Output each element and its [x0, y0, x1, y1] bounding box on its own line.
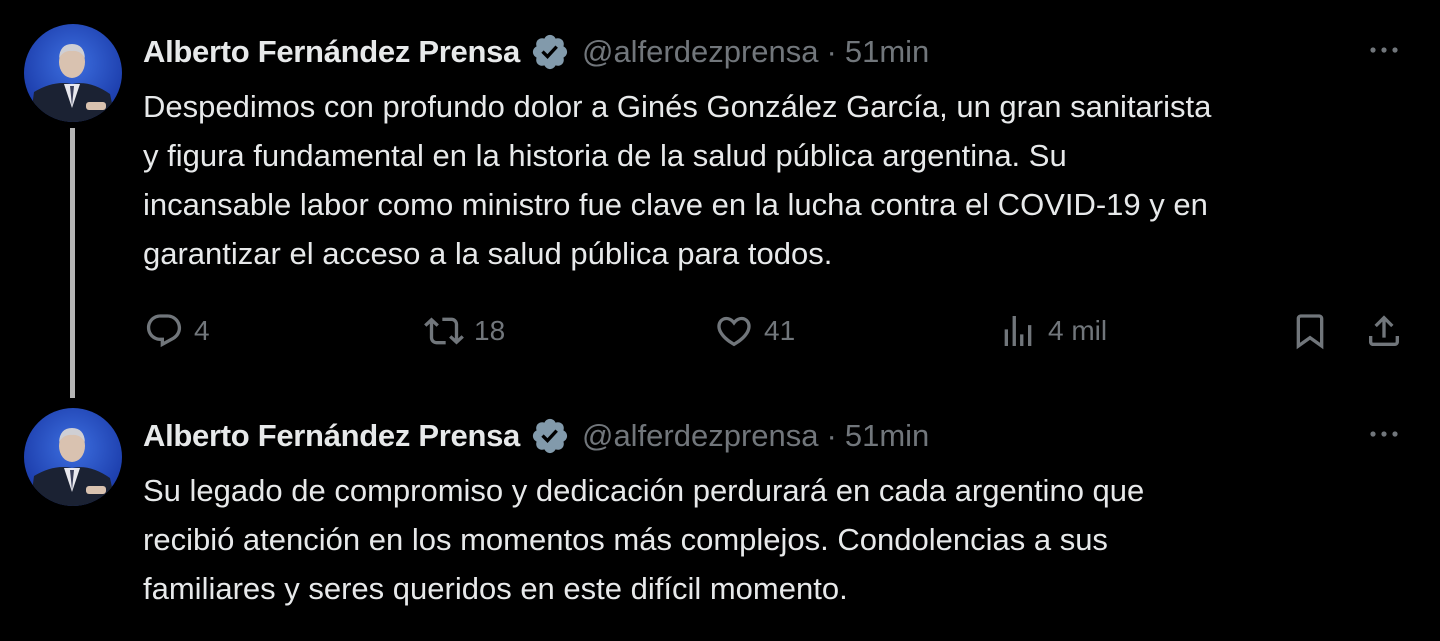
bookmark-icon [1296, 314, 1324, 350]
avatar[interactable] [24, 408, 122, 506]
tweet-text-line: incansable labor como ministro fue clave… [143, 187, 1208, 222]
tweet-text-line: garantizar el acceso a la salud pública … [143, 236, 833, 271]
tweet[interactable]: Alberto Fernández Prensa @alferdezprensa… [0, 400, 1440, 641]
views-button[interactable]: 4 mil [998, 308, 1107, 354]
tweet-text-line: Su legado de compromiso y dedicación per… [143, 473, 1145, 508]
like-button[interactable]: 41 [714, 308, 795, 354]
views-chart-icon [1004, 316, 1032, 346]
more-dots-icon[interactable] [1364, 30, 1404, 70]
tweet-header: Alberto Fernández Prensa @alferdezprensa… [143, 414, 929, 458]
tweet-header: Alberto Fernández Prensa @alferdezprensa… [143, 30, 929, 74]
reply-count: 4 [194, 315, 210, 346]
like-count: 41 [764, 315, 796, 346]
tweet-text: Despedimos con profundo dolor a Ginés Go… [143, 82, 1413, 278]
separator-dot: · [826, 418, 837, 453]
reply-button[interactable]: 4 [144, 308, 210, 354]
tweet-text-line: Despedimos con profundo dolor a Ginés Go… [143, 89, 1212, 124]
verified-badge-icon [530, 416, 570, 456]
tweet-text-line: familiares y seres queridos en este difí… [143, 571, 848, 606]
tweet[interactable]: Alberto Fernández Prensa @alferdezprensa… [0, 0, 1440, 400]
author-name[interactable]: Alberto Fernández Prensa [143, 34, 520, 70]
author-name[interactable]: Alberto Fernández Prensa [143, 418, 520, 454]
more-dots-icon[interactable] [1364, 414, 1404, 454]
tweet-text-line: recibió atención en los momentos más com… [143, 522, 1108, 557]
reply-icon [146, 314, 182, 348]
avatar-photo [24, 24, 122, 122]
heart-icon [717, 316, 751, 347]
retweet-button[interactable]: 18 [424, 308, 505, 354]
thread-line [70, 128, 75, 398]
tweet-timestamp[interactable]: 51min [845, 418, 929, 454]
tweet-timestamp[interactable]: 51min [845, 34, 929, 70]
tweet-actions: 4 18 41 4 mil [140, 308, 1420, 354]
retweet-count: 18 [474, 315, 506, 346]
avatar-photo [24, 408, 122, 506]
share-icon [1369, 315, 1399, 346]
bookmark-button[interactable] [1290, 308, 1330, 354]
verified-badge-icon [530, 32, 570, 72]
retweet-icon [424, 317, 464, 345]
views-count: 4 mil [1048, 315, 1108, 346]
author-handle[interactable]: @alferdezprensa [582, 418, 819, 454]
share-button[interactable] [1364, 308, 1404, 354]
tweet-text-line: y figura fundamental en la historia de l… [143, 138, 1067, 173]
author-handle[interactable]: @alferdezprensa [582, 34, 819, 70]
separator-dot: · [826, 34, 837, 69]
tweet-text: Su legado de compromiso y dedicación per… [143, 466, 1413, 613]
avatar[interactable] [24, 24, 122, 122]
